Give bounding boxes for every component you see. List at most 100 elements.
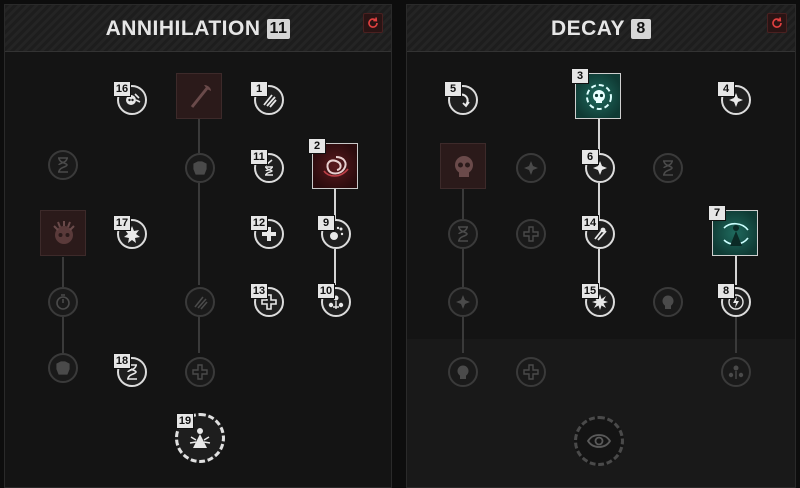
spiked-skull-icon	[53, 221, 75, 244]
rank-badge: 16	[113, 81, 131, 97]
talent-node-rank-1[interactable]: 1	[250, 81, 284, 115]
connector-active	[735, 255, 737, 285]
locked-talent-node[interactable]	[516, 357, 546, 387]
locked-talent-node[interactable]	[516, 219, 546, 249]
talent-node-rank-18[interactable]: 18	[113, 353, 147, 387]
rank-badge: 17	[113, 215, 131, 231]
talent-node-rank-15[interactable]: 15	[581, 283, 615, 317]
rank-badge: 14	[581, 215, 599, 231]
talent-node-rank-16[interactable]: 16	[113, 81, 147, 115]
talent-node-rank-7[interactable]: 7	[708, 205, 758, 256]
tree-header: DECAY 8	[407, 5, 795, 52]
locked-talent-node[interactable]	[185, 357, 215, 387]
stopwatch-icon	[56, 294, 70, 310]
locked-talent-node[interactable]	[48, 353, 78, 383]
locked-key-passive-node[interactable]	[176, 73, 222, 119]
connector	[62, 257, 64, 287]
rank-badge: 15	[581, 283, 599, 299]
rank-badge: 18	[113, 353, 131, 369]
rank-badge: 1	[250, 81, 268, 97]
rank-badge: 11	[250, 149, 268, 165]
claw-strike-icon	[194, 296, 208, 310]
annihilation-tree-panel: ANNIHILATION 11 16 17 18 1 11 12 13 2 9 …	[4, 4, 392, 488]
locked-talent-node[interactable]	[516, 153, 546, 183]
connector-active	[598, 119, 600, 153]
locked-talent-node[interactable]	[48, 150, 78, 180]
sparkle-icon	[524, 161, 538, 175]
rank-badge: 12	[250, 215, 268, 231]
locked-talent-node[interactable]	[448, 219, 478, 249]
tree-title-text: DECAY	[550, 17, 626, 40]
rank-badge: 9	[317, 215, 335, 231]
plus-cross-icon	[192, 364, 208, 380]
talent-node-rank-11[interactable]: 11	[250, 149, 284, 183]
sparkle-icon	[456, 295, 470, 309]
blood-vortex-icon	[323, 156, 349, 177]
armor-icon	[56, 361, 70, 375]
locked-talent-node[interactable]	[185, 153, 215, 183]
connector	[462, 249, 464, 287]
skull-icon	[457, 365, 469, 379]
reset-tree-button[interactable]	[767, 13, 787, 33]
rank-badge: 4	[717, 81, 735, 97]
talent-node-rank-17[interactable]: 17	[113, 215, 147, 249]
skull-swirl-icon	[586, 84, 612, 110]
connector-active	[334, 249, 336, 285]
tree-title-text: ANNIHILATION	[105, 17, 261, 40]
talent-node-rank-5[interactable]: 5	[444, 81, 478, 115]
rank-badge: 3	[571, 68, 589, 84]
tree-header: ANNIHILATION 11	[5, 5, 391, 52]
hourglass-icon	[458, 226, 468, 242]
rank-badge: 7	[708, 205, 726, 221]
hourglass-icon	[663, 160, 673, 176]
connector-active	[598, 249, 600, 287]
talent-node-rank-6[interactable]: 6	[581, 149, 615, 183]
locked-talent-node[interactable]	[653, 153, 683, 183]
connector	[198, 119, 200, 153]
green-vortex-figure-icon	[723, 222, 749, 246]
talent-node-rank-13[interactable]: 13	[250, 283, 284, 317]
rank-badge: 10	[317, 283, 335, 299]
locked-talent-node[interactable]	[48, 287, 78, 317]
locked-talent-node[interactable]	[185, 287, 215, 317]
talent-node-rank-9[interactable]: 9	[317, 215, 351, 249]
summon-burst-icon	[728, 365, 744, 379]
connector	[62, 317, 64, 353]
locked-talent-node[interactable]	[721, 357, 751, 387]
decay-tree-panel: DECAY 8 5 3 6 14 15 4 7 8	[406, 4, 796, 488]
rank-badge: 8	[717, 283, 735, 299]
rank-badge: 5	[444, 81, 462, 97]
talent-node-rank-8[interactable]: 8	[717, 283, 751, 317]
scythe-hand-icon	[190, 85, 211, 108]
locked-key-passive-node[interactable]	[440, 143, 486, 189]
connector	[462, 189, 464, 219]
talent-node-rank-3[interactable]: 3	[571, 68, 621, 119]
connector	[462, 317, 464, 353]
talent-node-rank-4[interactable]: 4	[717, 81, 751, 115]
talent-node-rank-12[interactable]: 12	[250, 215, 284, 249]
connector	[735, 317, 737, 353]
locked-talent-node[interactable]	[448, 357, 478, 387]
tree-title: DECAY 8	[407, 17, 795, 41]
plus-cross-icon	[523, 226, 539, 242]
points-spent-badge: 11	[266, 19, 291, 39]
locked-ultimate-node[interactable]	[574, 416, 624, 466]
locked-talent-node[interactable]	[653, 287, 683, 317]
talent-node-rank-14[interactable]: 14	[581, 215, 615, 249]
connector	[198, 183, 200, 285]
plus-icon	[523, 364, 539, 380]
rank-badge: 13	[250, 283, 268, 299]
refresh-icon	[772, 17, 782, 28]
eye-icon	[586, 434, 612, 448]
skull-icon	[662, 295, 674, 309]
rank-badge: 6	[581, 149, 599, 165]
locked-key-passive-node[interactable]	[40, 210, 86, 256]
reset-tree-button[interactable]	[363, 13, 383, 33]
talent-node-rank-19[interactable]: 19	[175, 413, 225, 463]
points-spent-badge: 8	[631, 19, 652, 39]
talent-node-rank-10[interactable]: 10	[317, 283, 351, 317]
locked-talent-node[interactable]	[448, 287, 478, 317]
talent-node-rank-2[interactable]: 2	[308, 138, 358, 189]
skull-icon	[455, 156, 473, 177]
refresh-icon	[368, 17, 378, 28]
